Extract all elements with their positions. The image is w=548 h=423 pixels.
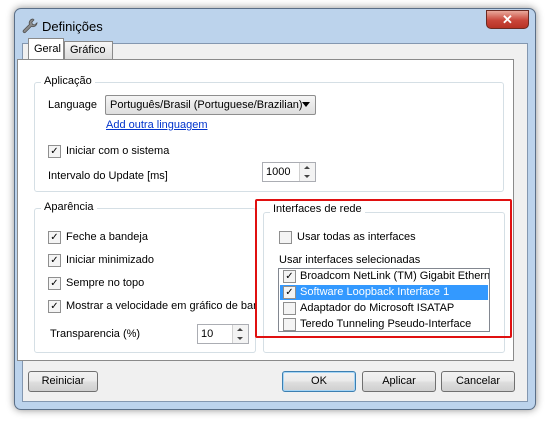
spin-down-button[interactable] — [300, 172, 315, 181]
apply-button[interactable]: Aplicar — [362, 371, 436, 392]
tab-label: Gráfico — [70, 44, 106, 56]
close-icon: ✕ — [502, 12, 513, 27]
spin-down-button[interactable] — [233, 334, 248, 343]
group-title: Aparência — [41, 201, 97, 213]
start-minimized-label: Iniciar minimizado — [66, 254, 155, 266]
start-with-system-label: Iniciar com o sistema — [66, 145, 170, 157]
bar-graph-checkbox[interactable]: ✓ — [48, 300, 61, 313]
close-tray-label: Feche a bandeja — [66, 231, 148, 243]
transparency-value: 10 — [201, 328, 214, 340]
checkmark-icon: ✓ — [50, 301, 59, 312]
ok-button-label: OK — [311, 375, 327, 387]
update-interval-label: Intervalo do Update [ms] — [48, 170, 168, 182]
language-value: Português/Brasil (Portuguese/Brazilian) — [110, 99, 303, 111]
ok-button[interactable]: OK — [282, 371, 356, 392]
cancel-button-label: Cancelar — [455, 375, 501, 387]
always-on-top-checkbox[interactable]: ✓ — [48, 277, 61, 290]
checkmark-icon: ✓ — [50, 255, 59, 266]
tab-geral[interactable]: Geral — [28, 38, 64, 59]
start-minimized-checkbox[interactable]: ✓ — [48, 254, 61, 267]
checkmark-icon: ✓ — [50, 232, 59, 243]
interfaces-highlight-box — [255, 199, 512, 338]
bar-graph-label: Mostrar a velocidade em gráfico de barra — [66, 300, 256, 312]
wrench-icon — [22, 18, 38, 34]
apply-button-label: Aplicar — [382, 375, 416, 387]
spin-up-button[interactable] — [300, 163, 315, 172]
transparency-label: Transparencia (%) — [50, 328, 141, 340]
spin-buttons — [299, 163, 315, 181]
title-bar[interactable]: Definições ✕ — [15, 9, 535, 43]
language-select[interactable]: Português/Brasil (Portuguese/Brazilian) — [105, 95, 316, 115]
reset-button[interactable]: Reiniciar — [28, 371, 98, 392]
add-language-link[interactable]: Add outra linguagem — [106, 119, 208, 131]
close-tray-checkbox[interactable]: ✓ — [48, 231, 61, 244]
bar-graph-label-clip: Mostrar a velocidade em gráfico de barra — [66, 299, 256, 314]
checkmark-icon: ✓ — [50, 278, 59, 289]
reset-button-label: Reiniciar — [41, 375, 85, 387]
language-label: Language — [48, 99, 97, 111]
window-title: Definições — [42, 19, 103, 34]
update-interval-input[interactable]: 1000 — [262, 162, 316, 182]
group-title: Aplicação — [41, 75, 95, 87]
chevron-down-icon — [302, 102, 310, 107]
close-button[interactable]: ✕ — [486, 10, 529, 29]
update-interval-value: 1000 — [266, 166, 291, 178]
spin-buttons — [232, 325, 248, 343]
checkmark-icon: ✓ — [50, 146, 59, 157]
spin-up-button[interactable] — [233, 325, 248, 334]
cancel-button[interactable]: Cancelar — [441, 371, 515, 392]
tab-grafico[interactable]: Gráfico — [64, 41, 113, 59]
tab-label: Geral — [34, 43, 61, 55]
always-on-top-label: Sempre no topo — [66, 277, 145, 289]
start-with-system-checkbox[interactable]: ✓ — [48, 145, 61, 158]
transparency-input[interactable]: 10 — [197, 324, 249, 344]
